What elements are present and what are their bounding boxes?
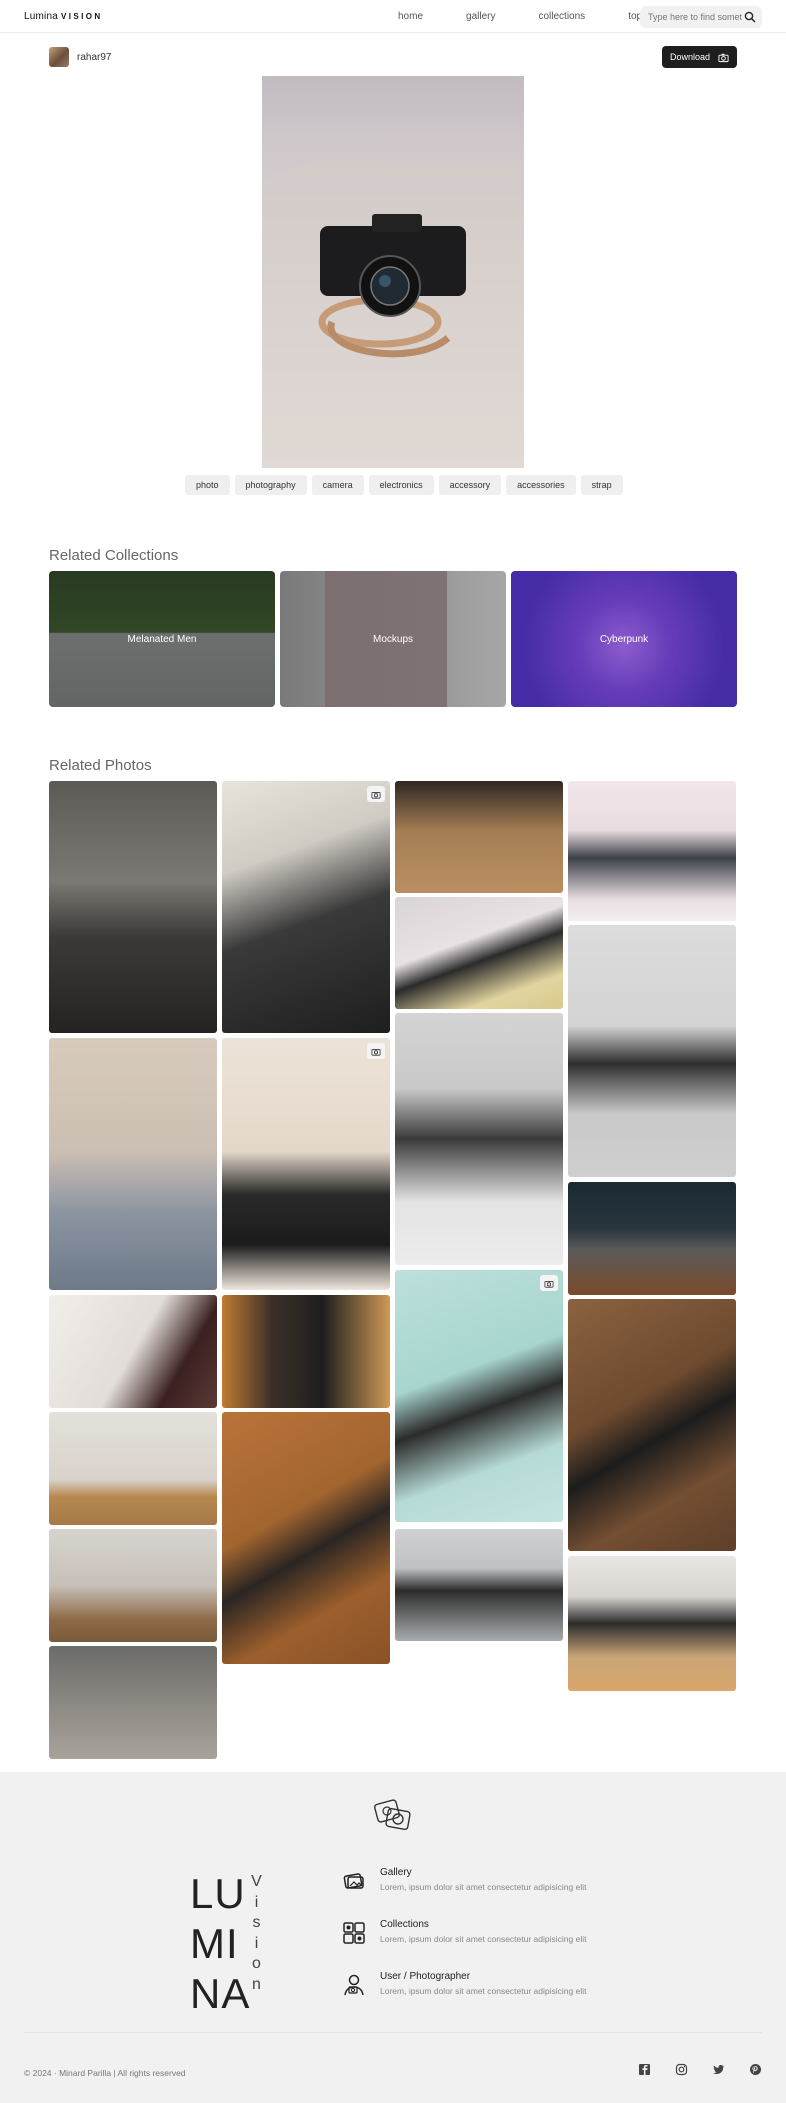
collection-card-melanated-men[interactable]: Melanated Men — [49, 571, 275, 707]
photos-icon — [343, 1873, 364, 1889]
feature-description: Lorem, ipsum dolor sit amet consectetur … — [380, 1986, 587, 1996]
pinterest-icon[interactable] — [749, 2063, 762, 2076]
photographer-info[interactable]: rahar97 — [49, 47, 111, 67]
brand-subtitle: VISION — [60, 12, 103, 21]
photo-tile[interactable] — [395, 781, 563, 893]
photo-tile[interactable] — [49, 1529, 217, 1642]
tag-accessories[interactable]: accessories — [506, 475, 576, 495]
photo-tile[interactable] — [49, 1646, 217, 1759]
social-links — [638, 2063, 762, 2076]
grid-icon — [343, 1922, 365, 1944]
collection-label: Mockups — [280, 571, 506, 707]
related-collections-title: Related Collections — [49, 547, 179, 564]
search-input[interactable] — [648, 10, 742, 24]
camera-illustration — [318, 214, 466, 358]
vision-letter: n — [252, 1975, 262, 1993]
download-button[interactable]: Download — [662, 46, 737, 68]
feature-title: Gallery — [380, 1867, 412, 1878]
vision-letter: o — [252, 1955, 262, 1972]
tag-strap[interactable]: strap — [580, 475, 623, 495]
facebook-icon[interactable] — [638, 2063, 651, 2076]
tag-accessory[interactable]: accessory — [438, 475, 502, 495]
search-box — [640, 6, 762, 28]
photo-tile[interactable] — [222, 1295, 390, 1408]
footer: LU MI NA V i s i o n Gallery Lorem, ipsu… — [0, 1772, 786, 2103]
photo-tile[interactable] — [49, 1295, 217, 1408]
vision-letter: i — [254, 1934, 260, 1952]
camera-icon — [544, 1280, 554, 1288]
feature-title: User / Photographer — [380, 1971, 471, 1982]
footer-wordmark: LU MI NA — [190, 1869, 250, 2019]
feature-description: Lorem, ipsum dolor sit amet consectetur … — [380, 1934, 587, 1944]
photo-tile[interactable] — [568, 1556, 736, 1691]
photo-tile[interactable] — [395, 1270, 563, 1522]
top-navbar: Lumina VISION home gallery collections t… — [0, 0, 786, 33]
collection-label: Melanated Men — [49, 571, 275, 707]
photo-tile[interactable] — [395, 1013, 563, 1265]
tag-photo[interactable]: photo — [185, 475, 230, 495]
camera-badge — [367, 786, 385, 802]
collection-card-mockups[interactable]: Mockups — [280, 571, 506, 707]
user-camera-icon — [344, 1974, 364, 1996]
vision-letter: V — [251, 1873, 263, 1890]
photo-tile[interactable] — [222, 781, 390, 1033]
photo-tile[interactable] — [568, 781, 736, 921]
related-photos-title: Related Photos — [49, 757, 152, 774]
camera-badge — [367, 1043, 385, 1059]
tag-list: photo photography camera electronics acc… — [185, 475, 623, 495]
footer-divider — [24, 2032, 762, 2033]
photo-tile[interactable] — [49, 781, 217, 1033]
avatar[interactable] — [49, 47, 69, 67]
username[interactable]: rahar97 — [77, 52, 111, 63]
vision-letter: i — [254, 1893, 260, 1911]
copyright-text: © 2024 · Minard Parilla | All rights res… — [24, 2068, 186, 2078]
collection-card-cyberpunk[interactable]: Cyberpunk — [511, 571, 737, 707]
wordmark-line: LU — [190, 1870, 246, 1917]
nav-link-gallery[interactable]: gallery — [466, 11, 495, 22]
tag-photography[interactable]: photography — [234, 475, 307, 495]
camera-icon — [371, 791, 381, 799]
download-label: Download — [669, 52, 711, 62]
wordmark-line: MI — [190, 1920, 239, 1967]
tag-electronics[interactable]: electronics — [368, 475, 434, 495]
photo-tile[interactable] — [222, 1038, 390, 1290]
photo-tile[interactable] — [568, 1299, 736, 1551]
footer-vision-vertical: V i s i o n — [250, 1872, 264, 1995]
vision-letter: s — [252, 1914, 262, 1931]
search-icon[interactable] — [744, 11, 756, 23]
photo-tile[interactable] — [222, 1412, 390, 1664]
photo-tile[interactable] — [568, 1182, 736, 1295]
photo-tile[interactable] — [568, 925, 736, 1177]
camera-icon — [718, 53, 729, 62]
collection-label: Cyberpunk — [511, 571, 737, 707]
nav-link-home[interactable]: home — [398, 11, 423, 22]
photo-tile[interactable] — [49, 1412, 217, 1525]
wordmark-line: NA — [190, 1970, 251, 2017]
camera-logo-icon — [374, 1799, 411, 1830]
photo-tile[interactable] — [395, 897, 563, 1009]
camera-icon — [371, 1048, 381, 1056]
brand-name: Lumina — [24, 11, 58, 22]
feature-description: Lorem, ipsum dolor sit amet consectetur … — [380, 1882, 587, 1892]
camera-badge — [540, 1275, 558, 1291]
tag-camera[interactable]: camera — [311, 475, 364, 495]
main-photo[interactable] — [262, 76, 524, 468]
instagram-icon[interactable] — [675, 2063, 688, 2076]
feature-title: Collections — [380, 1919, 429, 1930]
nav-link-collections[interactable]: collections — [538, 11, 585, 22]
photo-tile[interactable] — [49, 1038, 217, 1290]
photo-tile[interactable] — [395, 1529, 563, 1641]
twitter-icon[interactable] — [712, 2063, 725, 2076]
brand-logo[interactable]: Lumina VISION — [24, 11, 103, 22]
